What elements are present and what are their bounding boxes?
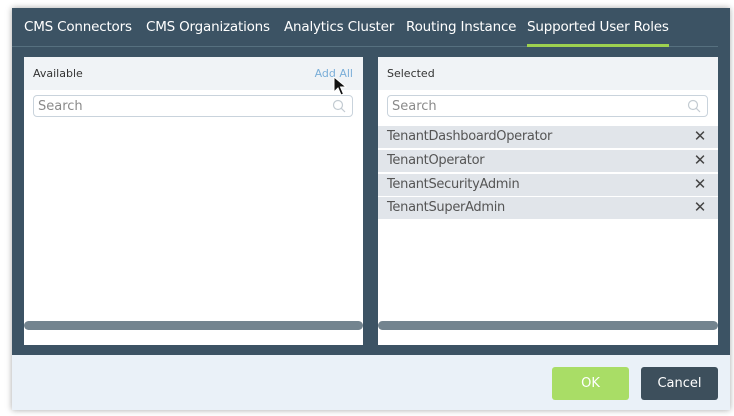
search-icon	[332, 99, 346, 113]
available-panel: Available Add All	[24, 57, 363, 345]
role-label: TenantOperator	[387, 153, 485, 168]
available-search-box	[33, 95, 353, 117]
role-label: TenantSecurityAdmin	[387, 177, 520, 192]
close-icon[interactable]: ✕	[692, 176, 708, 192]
selected-search-box	[387, 95, 708, 117]
search-icon	[687, 99, 701, 113]
tab-routing-instance[interactable]: Routing Instance	[406, 19, 516, 44]
selected-title: Selected	[387, 67, 435, 80]
selected-panel: Selected TenantDashboardOperator ✕ Tenan…	[378, 57, 718, 345]
role-label: TenantDashboardOperator	[387, 129, 553, 144]
dialog-footer: OK Cancel	[12, 355, 730, 410]
selected-list-scrollbar[interactable]	[378, 321, 718, 330]
tab-cms-connectors[interactable]: CMS Connectors	[24, 19, 132, 44]
list-item[interactable]: TenantSuperAdmin ✕	[378, 197, 718, 219]
tab-bar: CMS Connectors CMS Organizations Analyti…	[12, 8, 718, 47]
mouse-pointer-icon	[333, 76, 347, 96]
selected-panel-header: Selected	[378, 57, 718, 90]
available-list-scrollbar[interactable]	[24, 321, 363, 330]
close-icon[interactable]: ✕	[692, 152, 708, 168]
tab-supported-user-roles[interactable]: Supported User Roles	[527, 19, 669, 47]
selected-search-input[interactable]	[392, 96, 681, 116]
list-item[interactable]: TenantDashboardOperator ✕	[378, 126, 718, 148]
dialog: CMS Connectors CMS Organizations Analyti…	[12, 8, 730, 410]
ok-button[interactable]: OK	[552, 367, 629, 400]
available-panel-header: Available Add All	[24, 57, 363, 90]
available-title: Available	[33, 67, 83, 80]
dialog-body: CMS Connectors CMS Organizations Analyti…	[12, 8, 730, 355]
tab-analytics-cluster[interactable]: Analytics Cluster	[284, 19, 394, 44]
cancel-button[interactable]: Cancel	[641, 367, 718, 400]
available-search-input[interactable]	[38, 96, 326, 116]
list-item[interactable]: TenantSecurityAdmin ✕	[378, 174, 718, 196]
tab-cms-organizations[interactable]: CMS Organizations	[146, 19, 270, 44]
role-label: TenantSuperAdmin	[387, 200, 505, 215]
close-icon[interactable]: ✕	[692, 128, 708, 144]
close-icon[interactable]: ✕	[692, 199, 708, 215]
list-item[interactable]: TenantOperator ✕	[378, 150, 718, 172]
